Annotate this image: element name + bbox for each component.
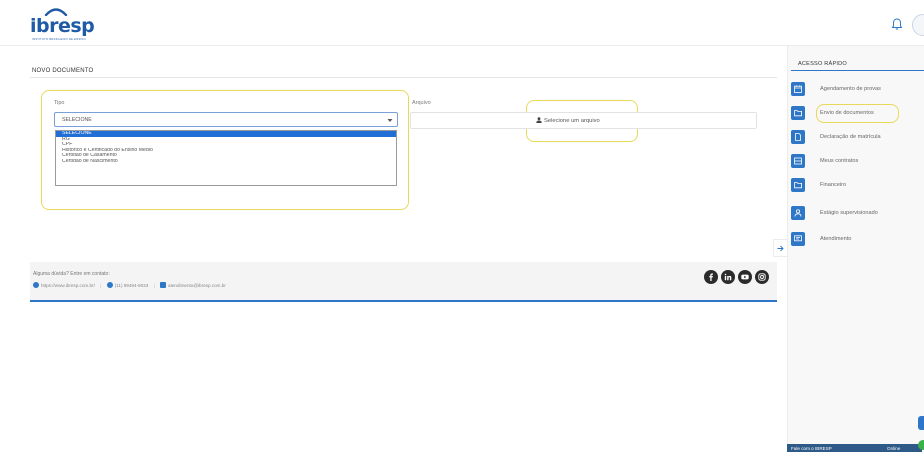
linkedin-icon[interactable] [721,270,735,284]
sidebar-item-label: Meus contratos [820,158,859,164]
select-file-button[interactable]: Selecione um arquivo [536,117,600,124]
instagram-icon[interactable] [755,270,769,284]
email-icon [160,282,167,288]
bell-icon[interactable] [890,17,904,31]
envio-highlight [816,104,899,123]
sidebar-item-label: Declaração de matrícula [820,134,881,140]
footer-phone-link[interactable]: (11) 99494-9033 [115,283,149,288]
youtube-icon[interactable] [738,270,752,284]
chat-icon [791,232,805,246]
select-file-label: Selecione um arquivo [544,118,600,124]
sidebar-title-divider [791,70,924,71]
footer-contact-question: Alguma dúvida? Entre em contato: [33,271,110,277]
footer: Alguma dúvida? Entre em contato: https:/… [30,262,777,302]
facebook-icon[interactable] [704,270,718,284]
calendar-icon [791,82,805,96]
app-header: ibresp INSTITUTO BRASILEIRO DE ENSINO [0,0,924,46]
sidebar-item-estagio[interactable]: Estágio supervisionado [791,206,924,222]
tipo-select-value: SELECIONE [62,117,92,123]
accessibility-tab[interactable] [918,416,924,430]
sidebar-item-label: Estágio supervisionado [820,210,878,216]
tipo-select[interactable]: SELECIONE [54,112,398,127]
contract-icon [791,154,805,168]
title-divider [30,77,777,78]
footer-contact-links: https://www.ibresp.com.br/ | (11) 99494-… [33,282,226,288]
sidebar-toggle[interactable] [773,239,787,257]
ibresp-logo[interactable]: ibresp INSTITUTO BRASILEIRO DE ENSINO [30,6,95,42]
sidebar-item-financeiro[interactable]: Financeiro [791,178,924,194]
user-icon [791,206,805,220]
logo-text: ibresp [30,15,95,37]
footer-separator: | [100,283,102,288]
page-title: NOVO DOCUMENTO [32,68,94,74]
dropdown-option[interactable]: Certidão de Nascimento [56,159,396,165]
tipo-label: Tipo [54,100,65,106]
sidebar-title: ACESSO RÁPIDO [798,61,847,67]
chat-status: Online [887,445,901,451]
main-content: NOVO DOCUMENTO Tipo SELECIONE SELECIONE … [0,46,787,452]
logo-tagline: INSTITUTO BRASILEIRO DE ENSINO [32,38,86,41]
tipo-dropdown-list: SELECIONE RG CPF Histórico e Certificado… [55,130,397,186]
footer-separator: | [153,283,155,288]
sidebar-item-atendimento[interactable]: Atendimento [791,232,924,248]
sidebar-item-contratos[interactable]: Meus contratos [791,154,924,170]
user-upload-icon [536,117,542,123]
sidebar-item-label: Atendimento [820,236,852,242]
sidebar-item-label: Financeiro [820,182,847,188]
document-icon [791,130,805,144]
footer-website-link[interactable]: https://www.ibresp.com.br/ [41,283,95,288]
whatsapp-icon [106,282,113,288]
sidebar-item-label: Agendamento de provas [820,86,881,92]
folder-icon [791,106,805,120]
arquivo-label: Arquivo [412,100,431,106]
chevron-down-icon [387,119,393,122]
sidebar-item-declaracao[interactable]: Declaração de matrícula [791,130,924,146]
folder-icon [791,178,805,192]
arrow-right-icon [777,245,784,252]
avatar[interactable] [912,14,924,36]
chat-status-dot [918,440,924,450]
chat-label: Fale com o IBRESP [791,445,832,451]
chat-widget-bar[interactable]: Fale com o IBRESP Online [787,444,922,452]
globe-icon [33,282,39,288]
sidebar-item-agendamento[interactable]: Agendamento de provas [791,82,924,98]
footer-email-link[interactable]: atendimento@ibresp.com.br [168,283,226,288]
